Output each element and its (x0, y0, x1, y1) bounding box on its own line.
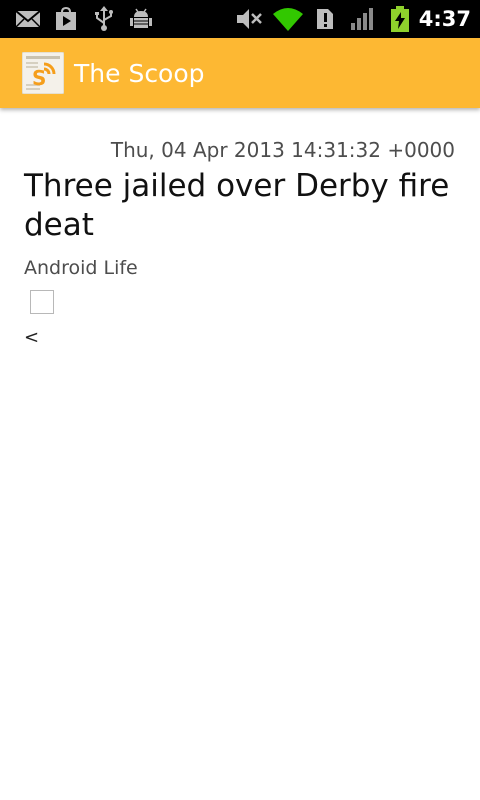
article-body: < (24, 327, 40, 348)
gmail-icon (15, 0, 41, 38)
action-bar: S The Scoop (0, 38, 480, 108)
app-title: The Scoop (74, 59, 205, 88)
android-debug-icon (129, 0, 153, 38)
usb-icon (94, 0, 114, 38)
svg-text:S: S (32, 66, 46, 90)
status-time: 4:37 (418, 7, 471, 31)
article-source[interactable]: Android Life (24, 255, 138, 281)
broken-image-icon (30, 290, 54, 314)
signal-icon (350, 0, 376, 38)
sim-alert-icon (315, 0, 335, 38)
battery-charging-icon (389, 0, 411, 38)
play-store-icon (54, 0, 78, 38)
wifi-icon (272, 0, 304, 38)
article-title: Three jailed over Derby fire deat (24, 168, 450, 243)
the-scoop-logo-icon[interactable]: S (21, 51, 65, 95)
volume-muted-icon (235, 0, 263, 38)
status-bar: 4:37 (0, 0, 480, 38)
article-date: Thu, 04 Apr 2013 14:31:32 +0000 (110, 138, 455, 162)
